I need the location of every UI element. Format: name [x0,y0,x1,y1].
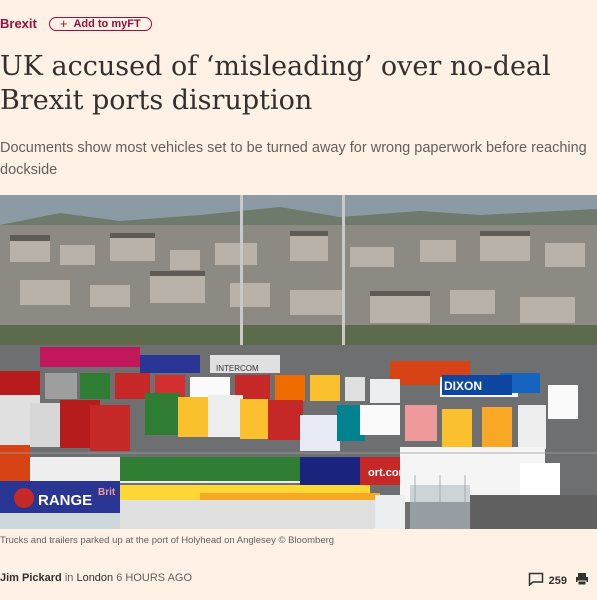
comment-icon [528,572,544,589]
range-sign: RANGE [38,492,92,509]
headline: UK accused of ‘misleading’ over no-deal … [0,51,551,116]
byline-location: London [76,572,114,584]
article-topline: Brexit + Add to myFT [0,16,152,31]
topic-link[interactable]: Brexit [0,16,37,31]
photo-caption: Trucks and trailers parked up at the por… [0,535,335,546]
add-to-myft-label: Add to myFT [73,17,141,30]
intercom-sign: INTERCOM [216,364,259,373]
byline: Jim Pickard in London 6 HOURS AGO [0,572,192,584]
plus-icon: + [59,15,68,31]
brit-sign: Brit [98,487,116,498]
byline-time: 6 HOURS AGO [116,572,193,584]
comments-count: 259 [548,574,567,587]
author-link[interactable]: Jim Pickard [0,572,62,584]
article-photo: DIXON INTERCOM ort.com RANGE Brit [0,195,597,529]
add-to-myft-button[interactable]: + Add to myFT [48,15,152,31]
dixon-sign: DIXON [444,379,482,393]
byline-connector: in [64,572,74,584]
print-icon[interactable] [575,572,589,589]
article-tools: 259 [528,572,589,589]
standfirst: Documents show most vehicles set to be t… [0,140,587,178]
comments-button[interactable]: 259 [528,572,567,589]
